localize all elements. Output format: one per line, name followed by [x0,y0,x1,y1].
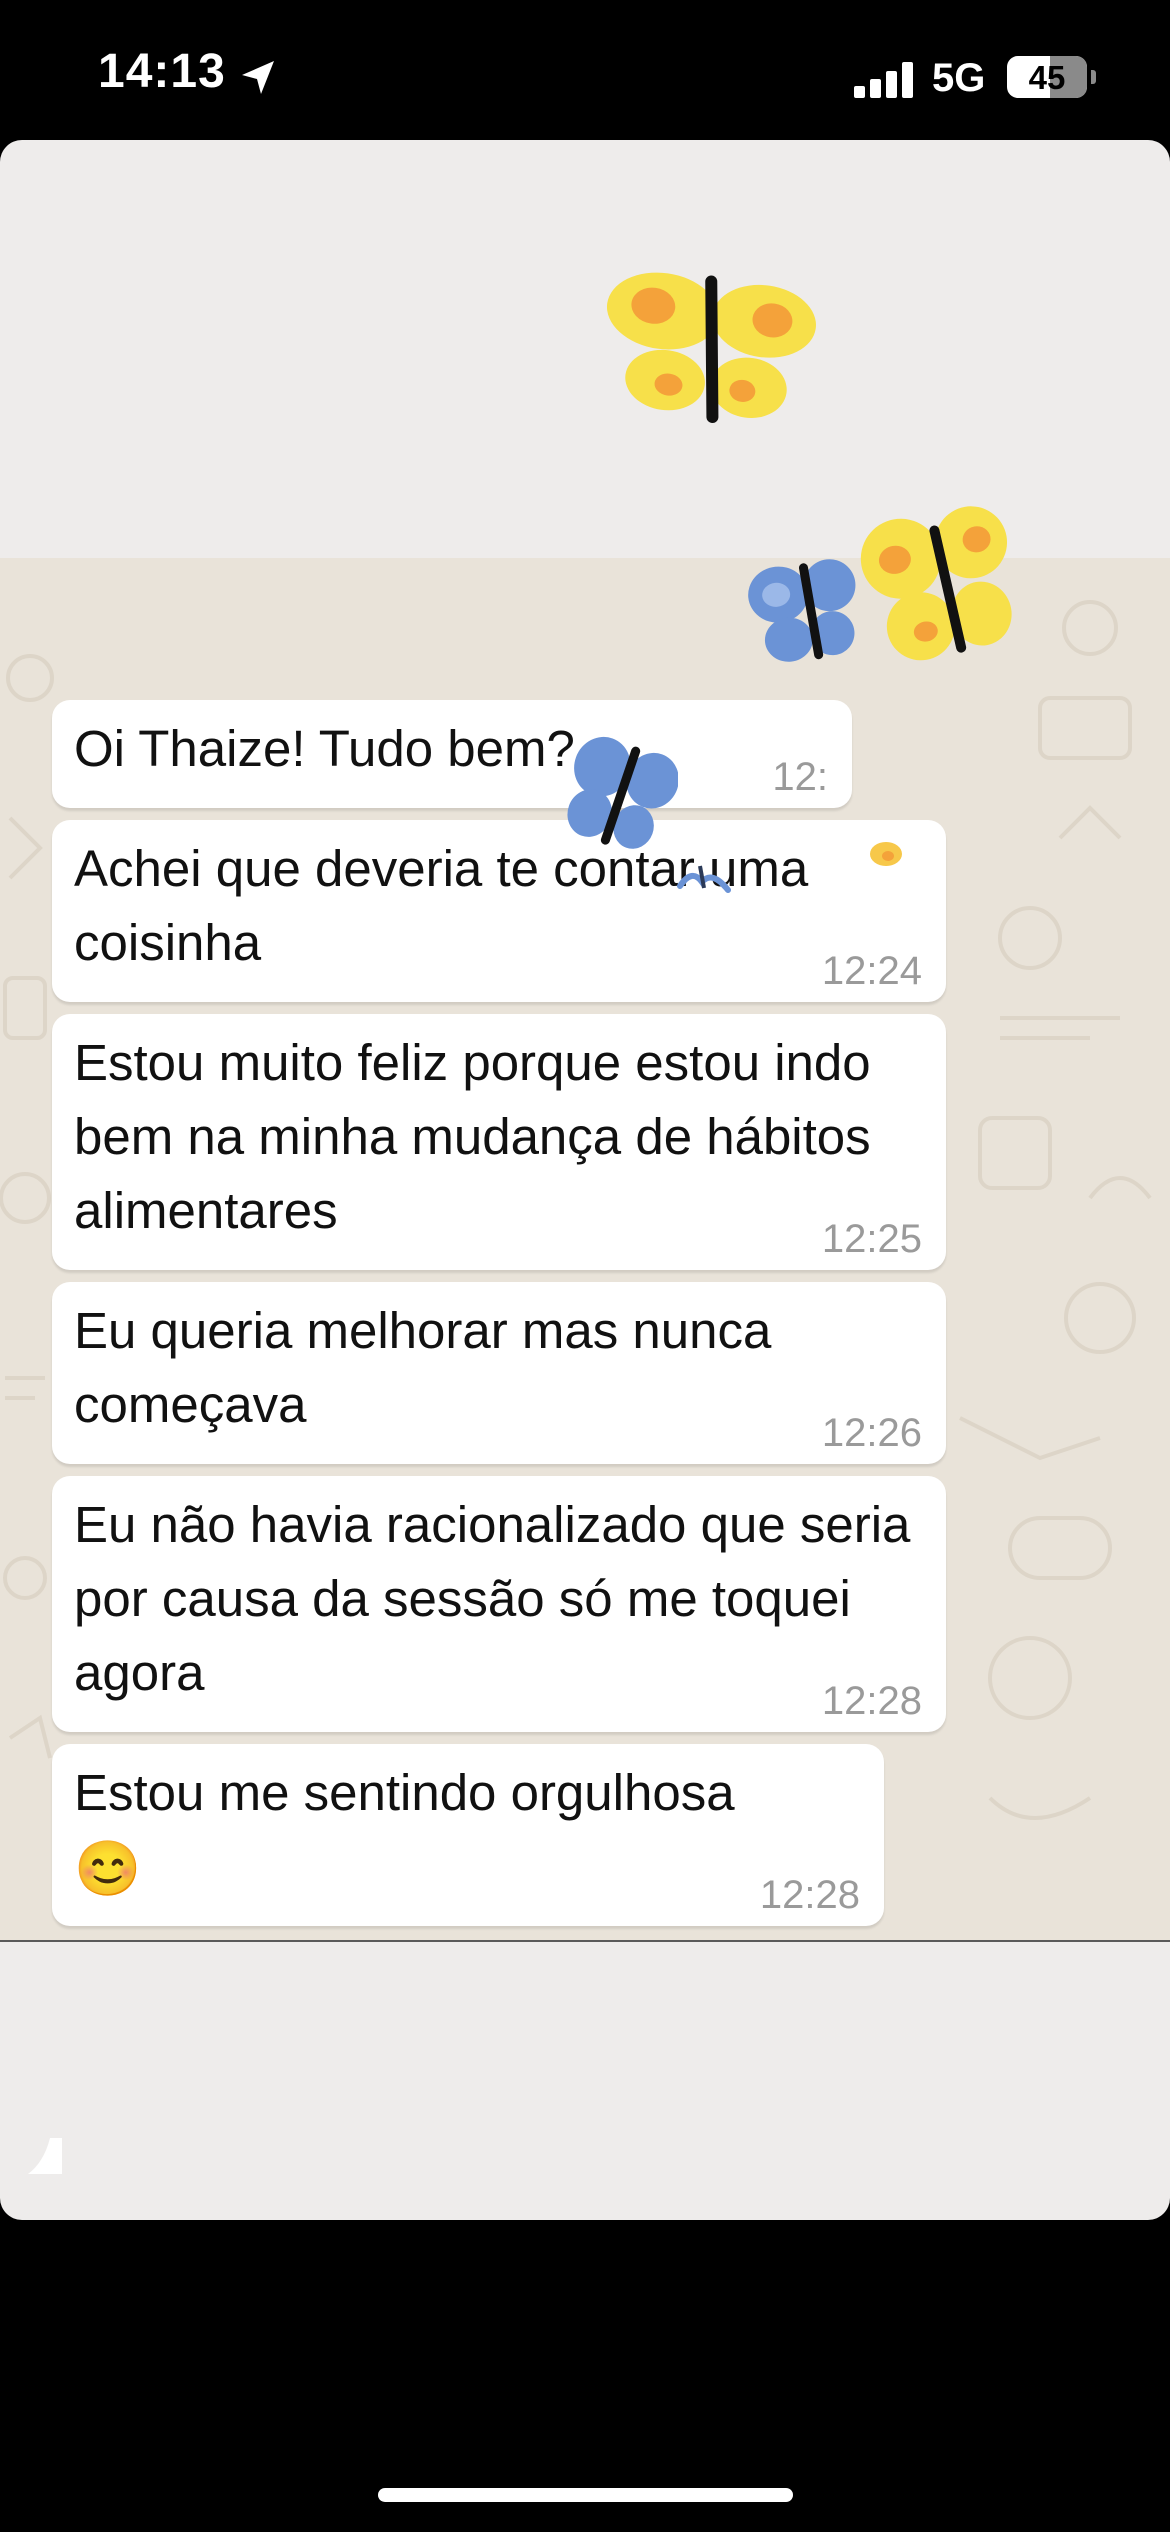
battery-nub [1091,70,1096,84]
message-bubble[interactable]: Eu queria melhorar mas nunca começava 12:… [52,1282,946,1464]
message-timestamp: 12:24 [821,949,922,993]
message-timestamp: 12:25 [821,1217,922,1261]
message-text: Eu queria melhorar mas nunca começava [74,1302,772,1433]
message-text: Achei que deveria te contar uma coisinha [74,840,809,971]
butterfly-yellow-icon [870,842,902,866]
status-time: 14:13 [98,45,226,98]
message-bubble[interactable]: Eu não havia racionalizado que seria por… [52,1476,946,1732]
screen: 14:13 5G 45 Oi Thaize! Tudo bem? 12: Ach… [0,0,1170,2532]
signal-bars-icon [854,62,916,98]
butterfly-blue-icon [677,865,731,893]
message-timestamp: 12:28 [759,1873,860,1917]
bubble-tail [28,2138,62,2174]
smiling-face-emoji: 😊 [74,1839,142,1899]
network-type: 5G [932,56,986,100]
butterfly-yellow-icon [860,506,1012,661]
message-timestamp: 12: [772,755,828,799]
message-text: Oi Thaize! Tudo bem? [74,720,575,777]
message-bubble[interactable]: Achei que deveria te contar uma coisinha… [52,820,946,1002]
battery-icon: 45 [1007,56,1087,98]
message-timestamp: 12:28 [821,1679,922,1723]
battery-level: 45 [1028,59,1066,96]
story-card[interactable]: Oi Thaize! Tudo bem? 12: Achei que deveria… [0,140,1170,2220]
butterfly-yellow-icon [606,272,816,424]
message-timestamp: 12:26 [821,1411,922,1455]
butterfly-blue-icon [567,736,678,849]
message-text: Eu não havia racionalizado que seria por… [74,1496,911,1701]
butterfly-blue-icon [748,559,856,662]
message-text: Estou me sentindo orgulhosa [74,1764,735,1821]
message-bubble[interactable]: Oi Thaize! Tudo bem? 12: [52,700,852,808]
message-bubble[interactable]: Estou muito feliz porque estou indo bem … [52,1014,946,1270]
home-indicator[interactable] [378,2488,793,2502]
location-arrow-icon [242,61,274,94]
message-text: Estou muito feliz porque estou indo bem … [74,1034,871,1239]
message-bubble[interactable]: Estou me sentindo orgulhosa 😊 12:28 [52,1744,884,1926]
